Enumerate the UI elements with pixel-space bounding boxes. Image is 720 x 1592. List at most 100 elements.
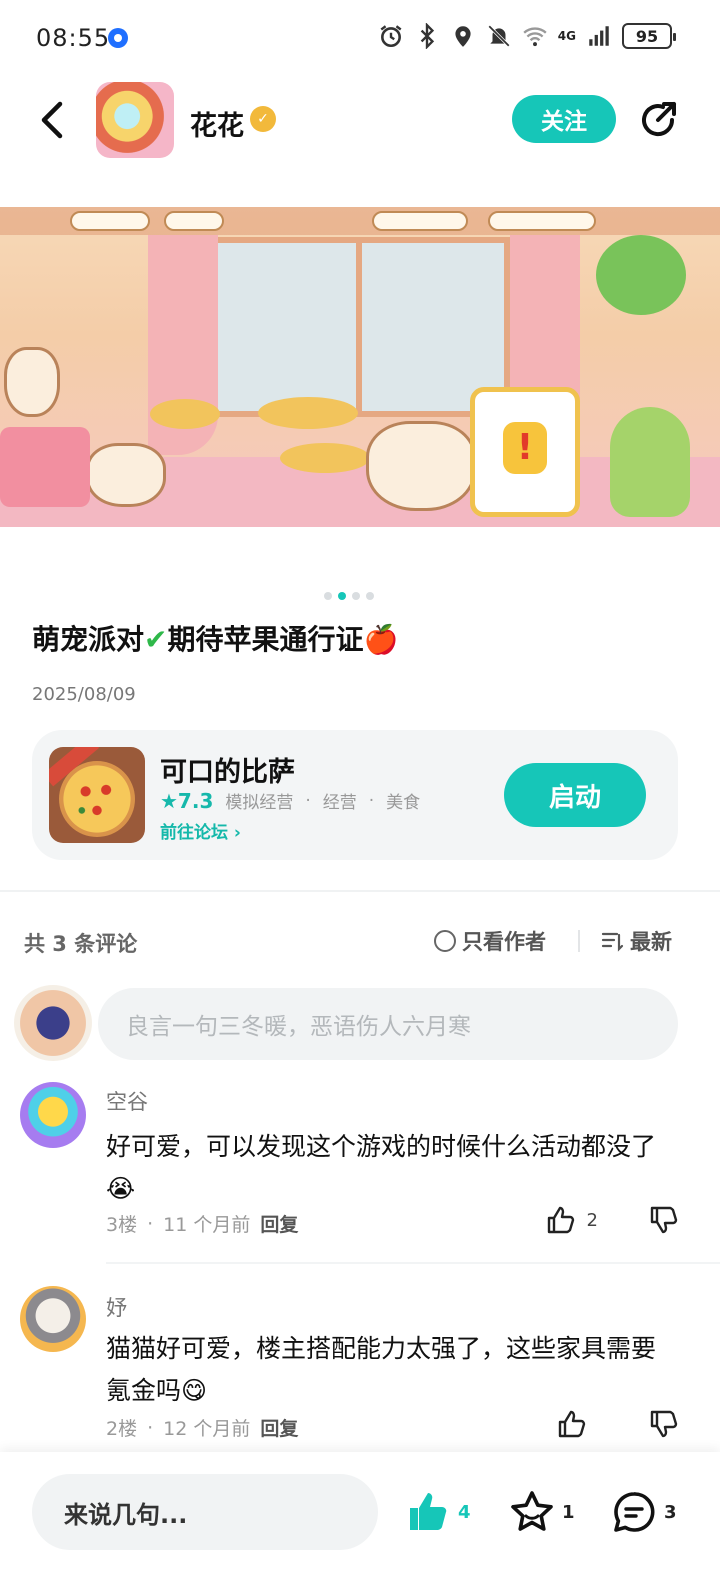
forum-link[interactable]: 前往论坛 › <box>160 818 241 843</box>
scene-cat <box>86 443 166 507</box>
reply-button[interactable]: 回复 <box>260 1414 298 1441</box>
comment-count: 共 3 条评论 <box>24 932 138 956</box>
game-name[interactable]: 可口的比萨 <box>160 750 295 789</box>
my-avatar <box>14 985 92 1061</box>
game-meta: ★7.3 模拟经营 · 经营 · 美食 <box>160 788 421 814</box>
follow-button[interactable]: 关注 <box>512 95 616 143</box>
commenter-name[interactable]: 空谷 <box>106 1086 148 1116</box>
scene-register <box>0 427 90 507</box>
sort-toggle[interactable]: 最新 <box>600 926 672 956</box>
favorite-button[interactable]: 1 <box>508 1488 575 1536</box>
section-divider <box>0 890 720 892</box>
scene-tree <box>596 235 686 315</box>
bluetooth-icon <box>414 22 440 50</box>
bottom-action-bar: 来说几句... 4 1 3 <box>0 1452 720 1592</box>
carousel-dot <box>366 592 374 600</box>
comment-footer: 3楼 · 11 个月前 回复 <box>106 1210 298 1237</box>
game-icon[interactable] <box>49 747 145 843</box>
hud-pill <box>488 211 596 231</box>
scene-dog <box>366 421 476 511</box>
only-author-toggle[interactable]: 只看作者 <box>434 926 546 956</box>
commenter-avatar[interactable] <box>20 1286 86 1352</box>
favorite-count: 1 <box>562 1501 575 1523</box>
thumb-down-icon[interactable] <box>648 1408 680 1440</box>
scene-cat <box>4 347 60 417</box>
star-icon <box>511 1491 553 1531</box>
scene-window <box>200 237 510 417</box>
comment-input[interactable]: 良言一句三冬暖，恶语伤人六月寒 <box>98 988 678 1060</box>
game-card[interactable]: 可口的比萨 ★7.3 模拟经营 · 经营 · 美食 前往论坛 › 启动 <box>32 730 678 860</box>
signal-icon <box>586 22 612 50</box>
author-name[interactable]: 花花 <box>190 104 244 143</box>
verified-icon: ✓ <box>250 106 276 132</box>
commenter-name[interactable]: 妤 <box>106 1292 127 1322</box>
comment-item: 空谷 好可爱，可以发现这个游戏的时候什么活动都没了😭 3楼 · 11 个月前 回… <box>0 1078 720 1264</box>
check-emoji-icon: ✔ <box>144 623 168 656</box>
carousel-dot <box>324 592 332 600</box>
tag-separator: · <box>305 790 311 811</box>
thumb-up-icon[interactable] <box>556 1408 588 1440</box>
carousel-dot-active <box>338 592 346 600</box>
location-icon <box>450 22 476 50</box>
scene-table <box>150 399 220 429</box>
author-avatar[interactable] <box>96 82 174 158</box>
carousel-dot <box>352 592 360 600</box>
launch-button[interactable]: 启动 <box>504 763 646 827</box>
thumb-up-icon <box>410 1493 447 1530</box>
game-tag: 经营 <box>322 793 357 813</box>
scene-character <box>610 407 690 517</box>
tag-separator: · <box>368 790 375 811</box>
back-icon <box>41 101 63 139</box>
mute-icon <box>486 22 512 50</box>
comment-icon <box>614 1492 655 1532</box>
sort-label: 最新 <box>630 930 672 954</box>
sort-icon <box>601 932 624 952</box>
comment-body: 好可爱，可以发现这个游戏的时候什么活动都没了😭 <box>106 1132 657 1203</box>
comment-time: 11 个月前 <box>163 1214 251 1236</box>
reply-button[interactable]: 回复 <box>260 1210 298 1237</box>
thumb-up-icon[interactable] <box>545 1204 577 1236</box>
comment-floor: 3楼 <box>106 1214 138 1236</box>
back-button[interactable] <box>36 100 72 140</box>
post-detail-page: 08:55 4G 95 花花 ✓ 关注 ! 萌宠派对✔期待苹果通行证🍎 2025… <box>0 0 720 1592</box>
pizza-icon <box>59 761 135 837</box>
comment-time: 12 个月前 <box>163 1418 251 1440</box>
game-rating: ★7.3 <box>160 788 214 813</box>
wifi-icon <box>522 22 548 50</box>
comment-footer: 2楼 · 12 个月前 回复 <box>106 1414 298 1441</box>
comment-body: 猫猫好可爱，楼主搭配能力太强了，这些家具需要氪金吗😋 <box>106 1334 657 1405</box>
post-image-carousel[interactable] <box>0 207 720 527</box>
post-like-count: 4 <box>458 1501 471 1523</box>
like-post-button[interactable]: 4 <box>404 1488 471 1536</box>
scene-phone <box>470 387 580 517</box>
status-icons: 4G 95 <box>378 22 676 50</box>
post-title-part: 期待苹果通行证 <box>167 623 364 656</box>
only-author-label: 只看作者 <box>462 930 546 954</box>
share-icon <box>642 102 676 137</box>
radio-icon[interactable] <box>434 930 456 952</box>
share-button[interactable] <box>636 98 680 142</box>
footer-dot: · <box>147 1416 154 1439</box>
apple-emoji-icon: 🍎 <box>363 623 399 656</box>
post-date: 2025/08/09 <box>32 684 136 705</box>
status-time: 08:55 <box>36 24 111 52</box>
footer-dot: · <box>147 1212 154 1235</box>
hud-pill <box>164 211 224 231</box>
thumb-down-icon[interactable] <box>648 1204 680 1236</box>
say-something-input[interactable]: 来说几句... <box>32 1474 378 1550</box>
scene-table <box>258 397 358 429</box>
comments-header: 共 3 条评论 只看作者 最新 <box>0 920 720 960</box>
game-tag: 模拟经营 <box>225 793 294 813</box>
network-type: 4G <box>557 29 576 43</box>
comment-item: 妤 猫猫好可爱，楼主搭配能力太强了，这些家具需要氪金吗😋 2楼 · 12 个月前… <box>0 1284 720 1444</box>
post-title: 萌宠派对✔期待苹果通行证🍎 <box>32 618 398 658</box>
hud-pill <box>372 211 468 231</box>
game-tag: 美食 <box>386 793 421 813</box>
carousel-indicator <box>324 592 374 600</box>
post-title-part: 萌宠派对 <box>32 623 145 656</box>
battery-indicator: 95 <box>622 23 676 49</box>
comment-floor: 2楼 <box>106 1418 138 1440</box>
comment-separator <box>106 1262 720 1264</box>
comment-button[interactable]: 3 <box>610 1488 677 1536</box>
commenter-avatar[interactable] <box>20 1082 86 1148</box>
